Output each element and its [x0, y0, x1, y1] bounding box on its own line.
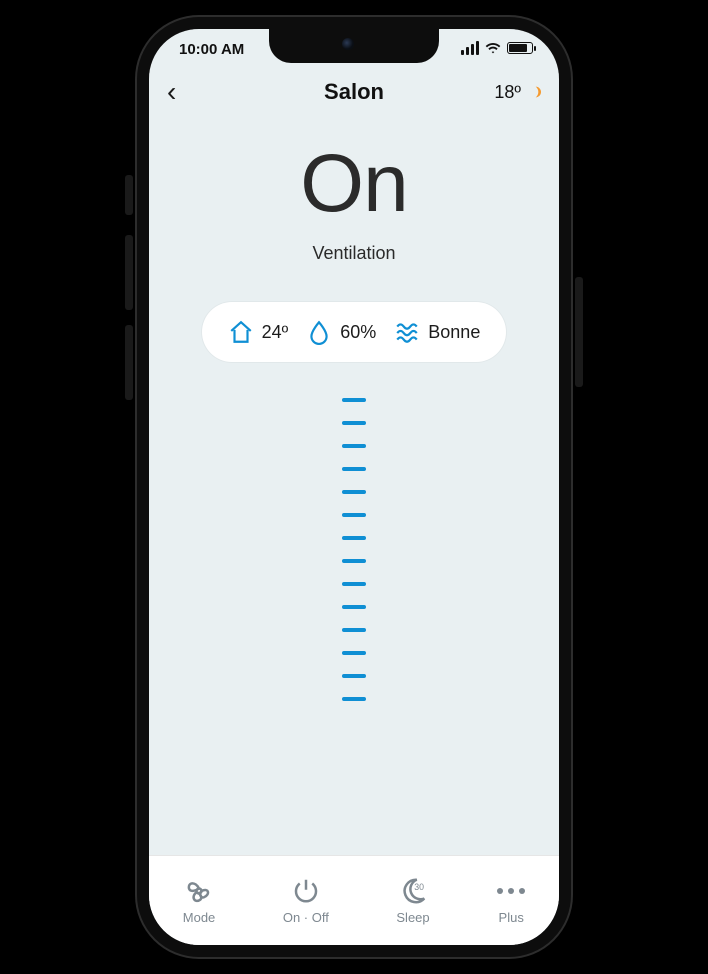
moon-icon: 30 [398, 876, 428, 906]
tick [342, 536, 366, 540]
humidity-value: 60% [340, 322, 376, 343]
air-quality-value: Bonne [428, 322, 480, 343]
main-content: On Ventilation 24º 60% [149, 115, 559, 855]
mode-subtitle: Ventilation [312, 243, 395, 264]
tick [342, 559, 366, 563]
humidity: 60% [306, 319, 376, 345]
indoor-temp: 24º [228, 319, 289, 345]
tick [342, 605, 366, 609]
sun-icon [525, 84, 541, 100]
outside-weather[interactable]: 18º [494, 82, 541, 103]
tick [342, 490, 366, 494]
mode-button[interactable]: Mode [183, 876, 216, 925]
tick [342, 513, 366, 517]
power-state: On [300, 143, 407, 225]
sleep-button[interactable]: 30 Sleep [396, 876, 429, 925]
battery-icon [507, 42, 533, 54]
plus-label: Plus [499, 910, 524, 925]
readings-pill: 24º 60% Bonne [202, 302, 507, 362]
svg-text:30: 30 [414, 882, 424, 892]
tick [342, 467, 366, 471]
indoor-temp-value: 24º [262, 322, 289, 343]
tick [342, 628, 366, 632]
tick [342, 398, 366, 402]
nav-header: ‹ Salon 18º [149, 69, 559, 115]
fan-icon [184, 876, 214, 906]
fan-speed-scale[interactable] [342, 398, 366, 701]
more-icon [497, 876, 525, 906]
tick [342, 582, 366, 586]
tick [342, 674, 366, 678]
bottom-bar: Mode On · Off 30 Sleep Plus [149, 855, 559, 945]
status-time: 10:00 AM [179, 41, 244, 58]
waves-icon [394, 319, 420, 345]
tick [342, 444, 366, 448]
cellular-icon [461, 41, 479, 55]
home-icon [228, 319, 254, 345]
plus-button[interactable]: Plus [497, 876, 525, 925]
mode-label: Mode [183, 910, 216, 925]
power-icon [291, 876, 321, 906]
tick [342, 651, 366, 655]
tick [342, 697, 366, 701]
droplet-icon [306, 319, 332, 345]
outside-temp-value: 18º [494, 82, 521, 103]
wifi-icon [485, 42, 501, 54]
tick [342, 421, 366, 425]
air-quality: Bonne [394, 319, 480, 345]
sleep-label: Sleep [396, 910, 429, 925]
onoff-label: On · Off [283, 910, 329, 925]
onoff-button[interactable]: On · Off [283, 876, 329, 925]
